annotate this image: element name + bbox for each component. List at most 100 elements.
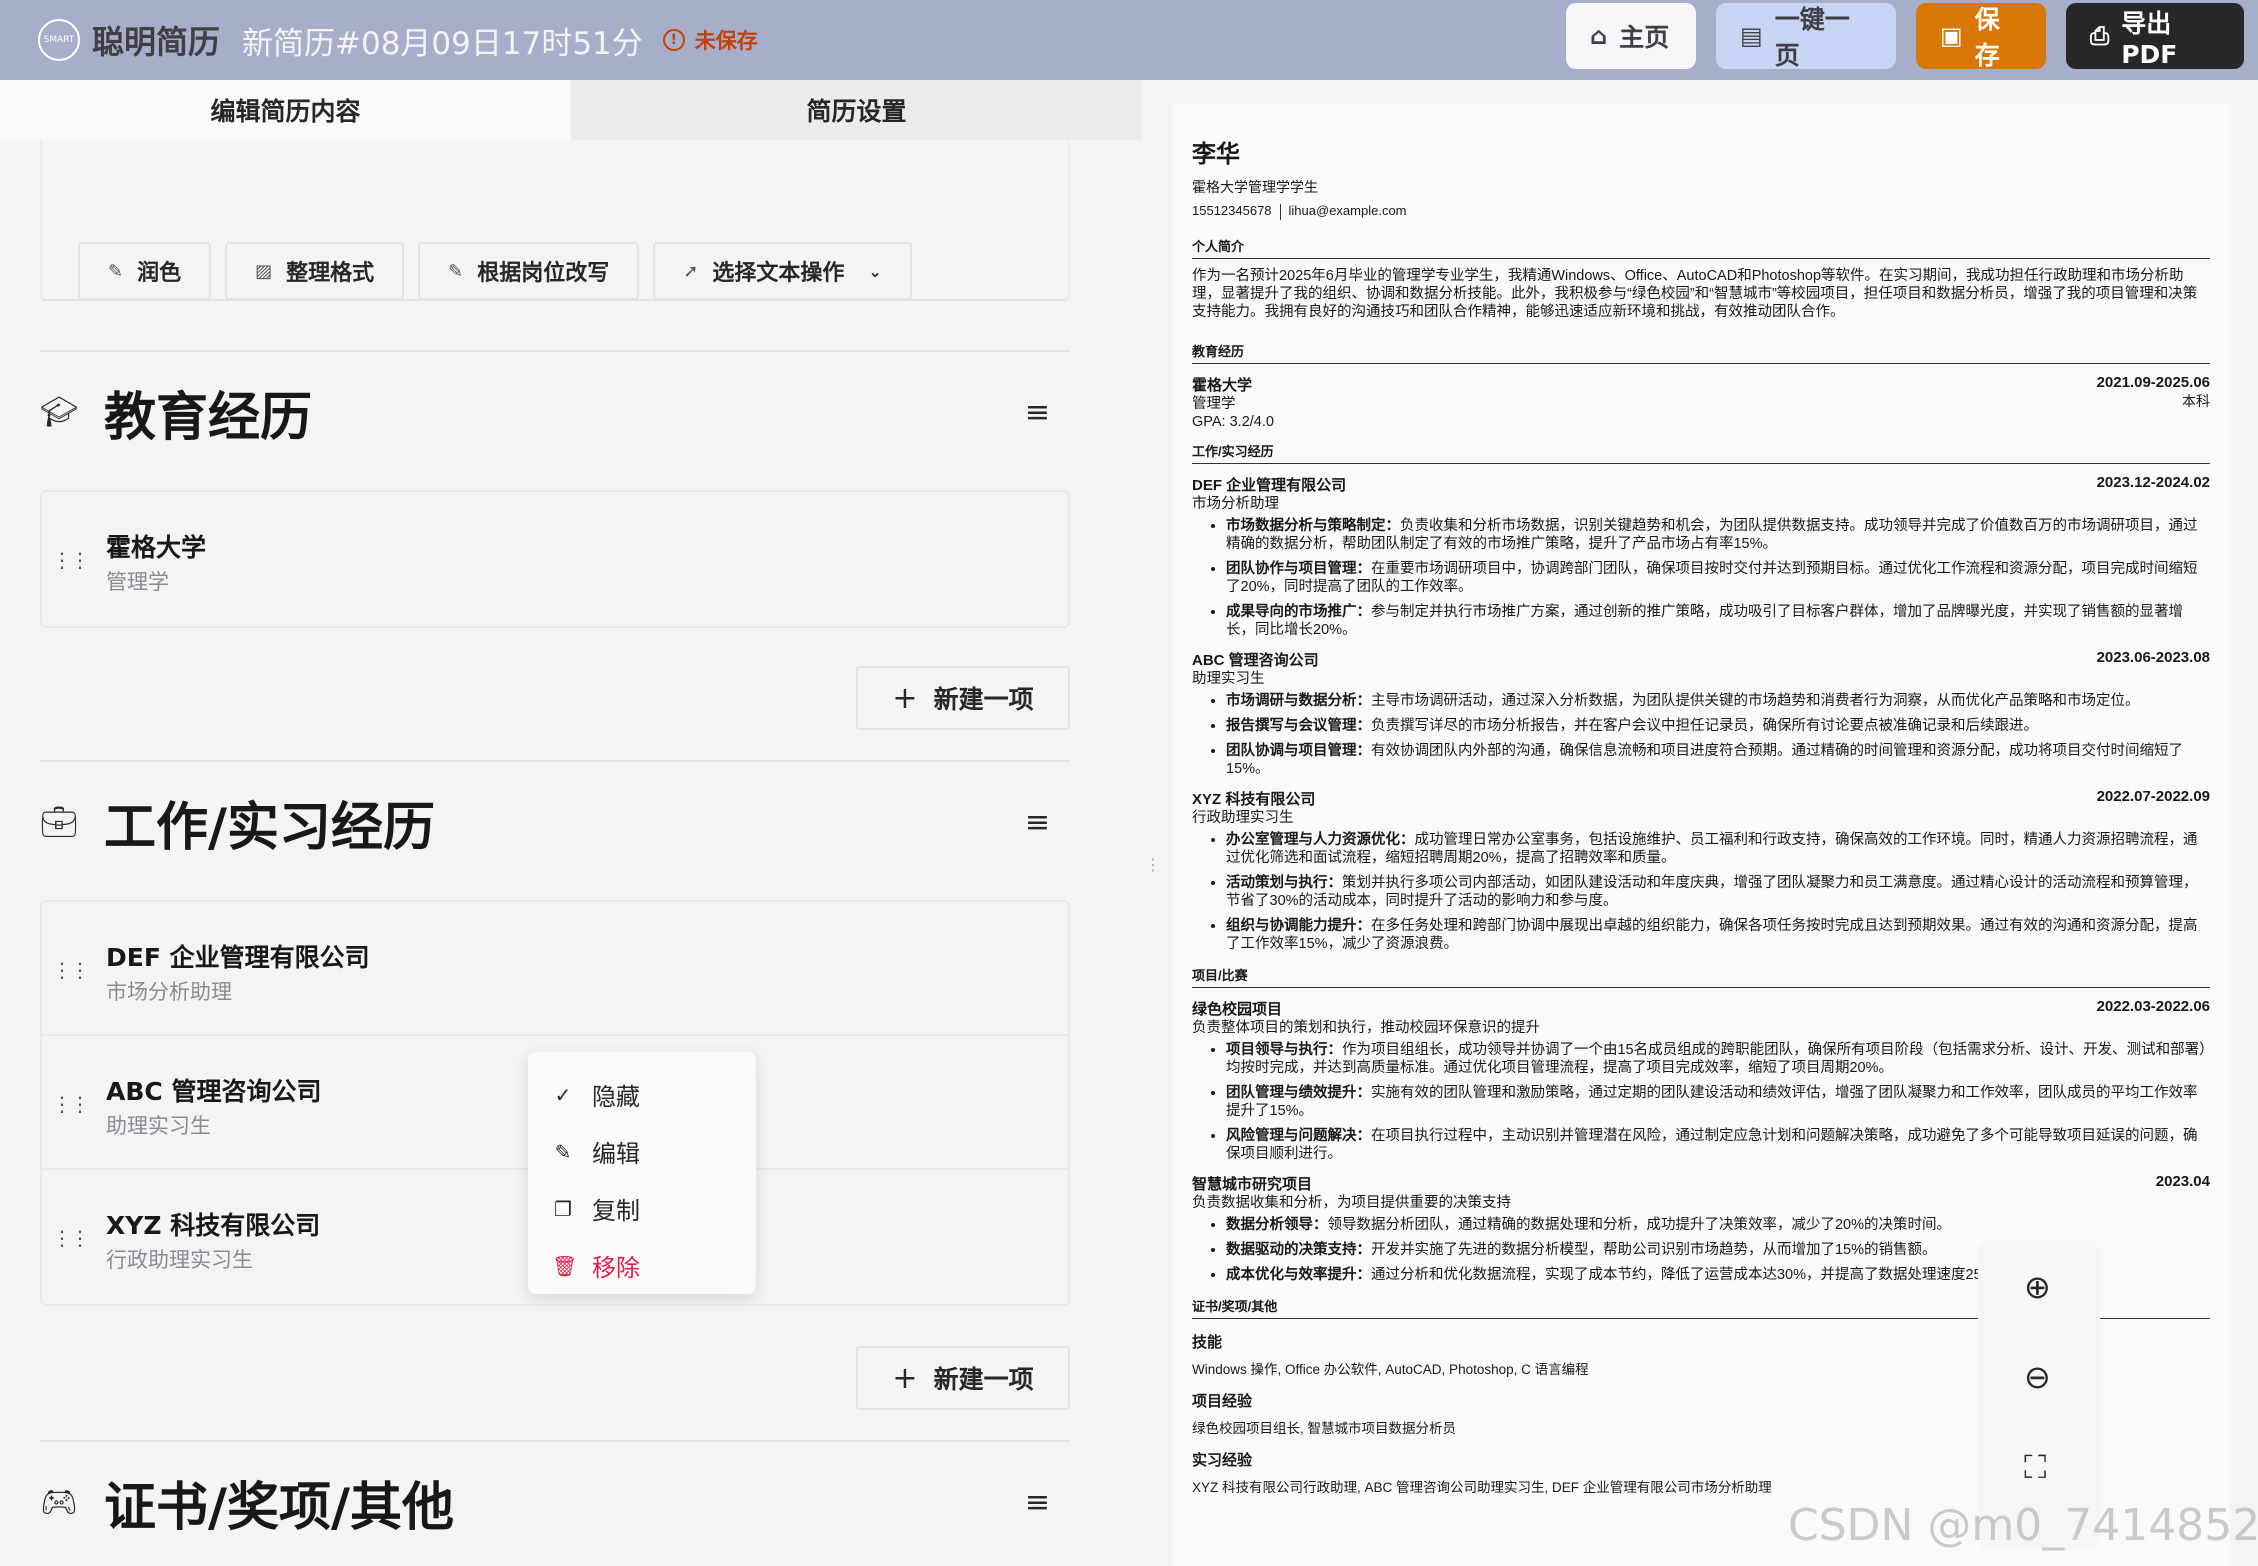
menu-item-hide[interactable]: ✓ 隐藏 (528, 1066, 756, 1123)
resume-org: 绿色校园项目 (1192, 1000, 1283, 1018)
drag-handle-icon[interactable]: ⋮⋮ (52, 1092, 90, 1116)
resume-entry-header: XYZ 科技有限公司 2022.07-2022.09 (1192, 788, 2210, 809)
save-button[interactable]: ▣ 保存 (1916, 3, 2046, 70)
other-section-header: 🎮︎ 证书/奖项/其他 ≡ (40, 1462, 1070, 1542)
zoom-out-icon[interactable]: ⊖ (2024, 1358, 2051, 1396)
drag-handle-icon[interactable]: ⋮⋮ (52, 548, 90, 572)
resume-bullet: 成果导向的市场推广：参与制定并执行市场推广方案，通过创新的推广策略，成功吸引了目… (1226, 603, 2210, 639)
resume-bullet: 团队管理与绩效提升：实施有效的团队管理和激励策略，通过定期的团队建设活动和绩效评… (1226, 1084, 2210, 1120)
resume-bullet: 组织与协调能力提升：在多任务处理和跨部门协调中展现出卓越的组织能力，确保各项任务… (1226, 917, 2210, 953)
rewrite-button-label: 根据岗位改写 (477, 261, 610, 286)
tab-edit-content[interactable]: 编辑简历内容 (0, 80, 571, 140)
pen-icon: ✎ (448, 260, 464, 282)
resume-section-title: 项目/比赛 (1192, 965, 2210, 988)
polish-button[interactable]: ✎ 润色 (78, 242, 212, 300)
resume-bullet: 项目领导与执行：作为项目组组长，成功领导并协调了一个由15名成员组成的跨职能团队… (1226, 1041, 2210, 1077)
resume-school: 霍格大学 (1192, 376, 1253, 394)
resume-role: 市场分析助理 (1192, 495, 1279, 512)
menu-item-copy[interactable]: ❐ 复制 (528, 1180, 756, 1237)
add-education-button[interactable]: + 新建一项 (856, 666, 1070, 730)
briefcase-icon: 💼︎ (40, 804, 79, 840)
select-text-ops-label: 选择文本操作 (712, 261, 845, 286)
one-page-button-label: 一键一页 (1774, 5, 1850, 70)
format-button-label: 整理格式 (286, 261, 375, 286)
graduation-cap-icon: 🎓︎ (40, 394, 79, 430)
work-section-header: 💼︎ 工作/实习经历 ≡ (40, 782, 1070, 862)
list-item[interactable]: ⋮⋮ 霍格大学 管理学 (42, 492, 1068, 626)
export-pdf-button[interactable]: ⎙ 导出PDF (2066, 3, 2244, 69)
section-menu-icon[interactable]: ≡ (1025, 1485, 1050, 1520)
resume-email: lihua@example.com (1288, 203, 1407, 218)
resume-bullet: 办公室管理与人力资源优化：成功管理日常办公室事务，包括设施维护、员工福利和行政支… (1226, 831, 2210, 867)
resume-preview-panel: 李华 霍格大学管理学学生 15512345678 lihua@example.co… (1158, 80, 2258, 1566)
resume-bullet: 市场调研与数据分析：主导市场调研活动，通过深入分析数据，为团队提供关键的市场趋势… (1226, 692, 2210, 710)
warning-icon: ! (662, 29, 685, 51)
entry-subtitle: 市场分析助理 (106, 980, 232, 1004)
resume-bullet-text: 领导数据分析团队，通过精确的数据处理和分析，成功提升了决策效率，减少了20%的决… (1327, 1216, 1952, 1233)
add-work-button[interactable]: + 新建一项 (856, 1346, 1070, 1410)
entry-subtitle: 行政助理实习生 (106, 1248, 253, 1272)
home-button[interactable]: ⌂ 主页 (1566, 3, 1696, 69)
ai-toolbar: ✎ 润色 ▨ 整理格式 ✎ 根据岗位改写 ➚ 选择文本操作 ⌄ (78, 242, 912, 300)
gamepad-icon: 🎮︎ (40, 1484, 79, 1520)
section-menu-icon[interactable]: ≡ (1025, 395, 1050, 430)
resume-date: 2023.12-2024.02 (2096, 473, 2210, 491)
list-item[interactable]: ⋮⋮ DEF 企业管理有限公司 市场分析助理 (42, 902, 1068, 1036)
drag-handle-icon[interactable]: ⋮⋮ (52, 958, 90, 982)
resume-bullets: 市场调研与数据分析：主导市场调研活动，通过深入分析数据，为团队提供关键的市场趋势… (1226, 692, 2210, 778)
resume-entry-header: 智慧城市研究项目 2023.04 (1192, 1173, 2210, 1194)
education-section-header: 🎓︎ 教育经历 ≡ (40, 372, 1070, 452)
resume-contact: 15512345678 lihua@example.com (1192, 203, 2210, 220)
menu-item-edit[interactable]: ✎ 编辑 (528, 1123, 756, 1180)
resume-bullet-text: 负责撰写详尽的市场分析报告，并在客户会议中担任记录员，确保所有讨论要点被准确记录… (1371, 717, 2038, 734)
work-section-title: 工作/实习经历 (104, 797, 435, 858)
entry-name: XYZ 科技有限公司 (106, 1211, 321, 1240)
polish-button-label: 润色 (137, 261, 182, 286)
drag-handle-icon[interactable]: ⋮⋮ (52, 1226, 90, 1250)
top-bar: SMART 聪明简历 新简历#08月09日17时51分 ! 未保存 ⌂ 主页 ▤… (0, 0, 2258, 80)
tab-resume-settings[interactable]: 简历设置 (571, 80, 1142, 140)
document-icon: ▤ (1740, 22, 1763, 50)
zoom-in-icon[interactable]: ⊕ (2024, 1268, 2051, 1306)
menu-item-remove-label: 移除 (592, 1254, 640, 1282)
one-page-button[interactable]: ▤ 一键一页 (1716, 3, 1896, 70)
resume-degree: 本科 (2182, 392, 2210, 409)
resume-section-title: 个人简介 (1192, 236, 2210, 259)
panel-splitter[interactable]: ⋮⋮ (1142, 80, 1177, 1566)
editor-panel: 编辑简历内容 简历设置 ✎ 润色 ▨ 整理格式 ✎ 根据岗位改写 ➚ 选择文本操… (0, 80, 1142, 1566)
pen-icon: ✎ (108, 260, 124, 282)
education-entries: ⋮⋮ 霍格大学 管理学 (40, 490, 1070, 628)
app-name: 聪明简历 (92, 23, 221, 61)
image-icon: ▨ (255, 260, 273, 282)
save-icon: ▣ (1940, 22, 1963, 50)
resume-phone: 15512345678 (1192, 203, 1272, 218)
select-text-ops-dropdown[interactable]: ➚ 选择文本操作 ⌄ (653, 242, 912, 300)
section-menu-icon[interactable]: ≡ (1025, 805, 1050, 840)
menu-item-remove[interactable]: 🗑︎ 移除 (528, 1237, 756, 1294)
fit-screen-icon[interactable]: ⛶ (2024, 1448, 2046, 1487)
pencil-icon: ✎ (554, 1139, 572, 1164)
resume-bullet: 团队协作与项目管理：在重要市场调研项目中，协调跨部门团队，确保项目按时交付并达到… (1226, 560, 2210, 596)
format-button[interactable]: ▨ 整理格式 (225, 242, 405, 300)
add-education-label: 新建一项 (933, 685, 1034, 714)
resume-bullet-head: 成本优化与效率提升： (1226, 1266, 1371, 1283)
resume-gpa: GPA: 3.2/4.0 (1192, 413, 1274, 430)
resume-bullet-head: 报告撰写与会议管理： (1226, 717, 1371, 734)
resume-bullet-head: 风险管理与问题解决： (1226, 1127, 1371, 1144)
export-pdf-button-label: 导出PDF (2121, 8, 2178, 69)
resume-bullet-head: 数据驱动的决策支持： (1226, 1241, 1371, 1258)
resume-bullets: 办公室管理与人力资源优化：成功管理日常办公室事务，包括设施维护、员工福利和行政支… (1226, 831, 2210, 953)
unsaved-label: 未保存 (694, 29, 758, 53)
resume-org: XYZ 科技有限公司 (1192, 790, 1316, 808)
entry-name: 霍格大学 (106, 533, 207, 562)
resume-entry-header: DEF 企业管理有限公司 2023.12-2024.02 (1192, 474, 2210, 495)
resume-bullet-text: 通过分析和优化数据流程，实现了成本节约，降低了运营成本达30%，并提高了数据处理… (1371, 1266, 2010, 1283)
resume-bullet: 风险管理与问题解决：在项目执行过程中，主动识别并管理潜在风险，通过制定应急计划和… (1226, 1127, 2210, 1163)
resume-bullet: 报告撰写与会议管理：负责撰写详尽的市场分析报告，并在客户会议中担任记录员，确保所… (1226, 717, 2210, 735)
app-logo[interactable]: SMART (38, 19, 80, 61)
resume-bullet-text: 主导市场调研活动，通过深入分析数据，为团队提供关键的市场趋势和消费者行为洞察，从… (1371, 692, 2140, 709)
rewrite-button[interactable]: ✎ 根据岗位改写 (418, 242, 640, 300)
resume-edu-entry: 霍格大学 管理学 GPA: 3.2/4.0 2021.09-2025.06 本科 (1192, 374, 2210, 431)
document-title[interactable]: 新简历#08月09日17时51分 (242, 18, 643, 63)
add-work-label: 新建一项 (933, 1365, 1034, 1394)
